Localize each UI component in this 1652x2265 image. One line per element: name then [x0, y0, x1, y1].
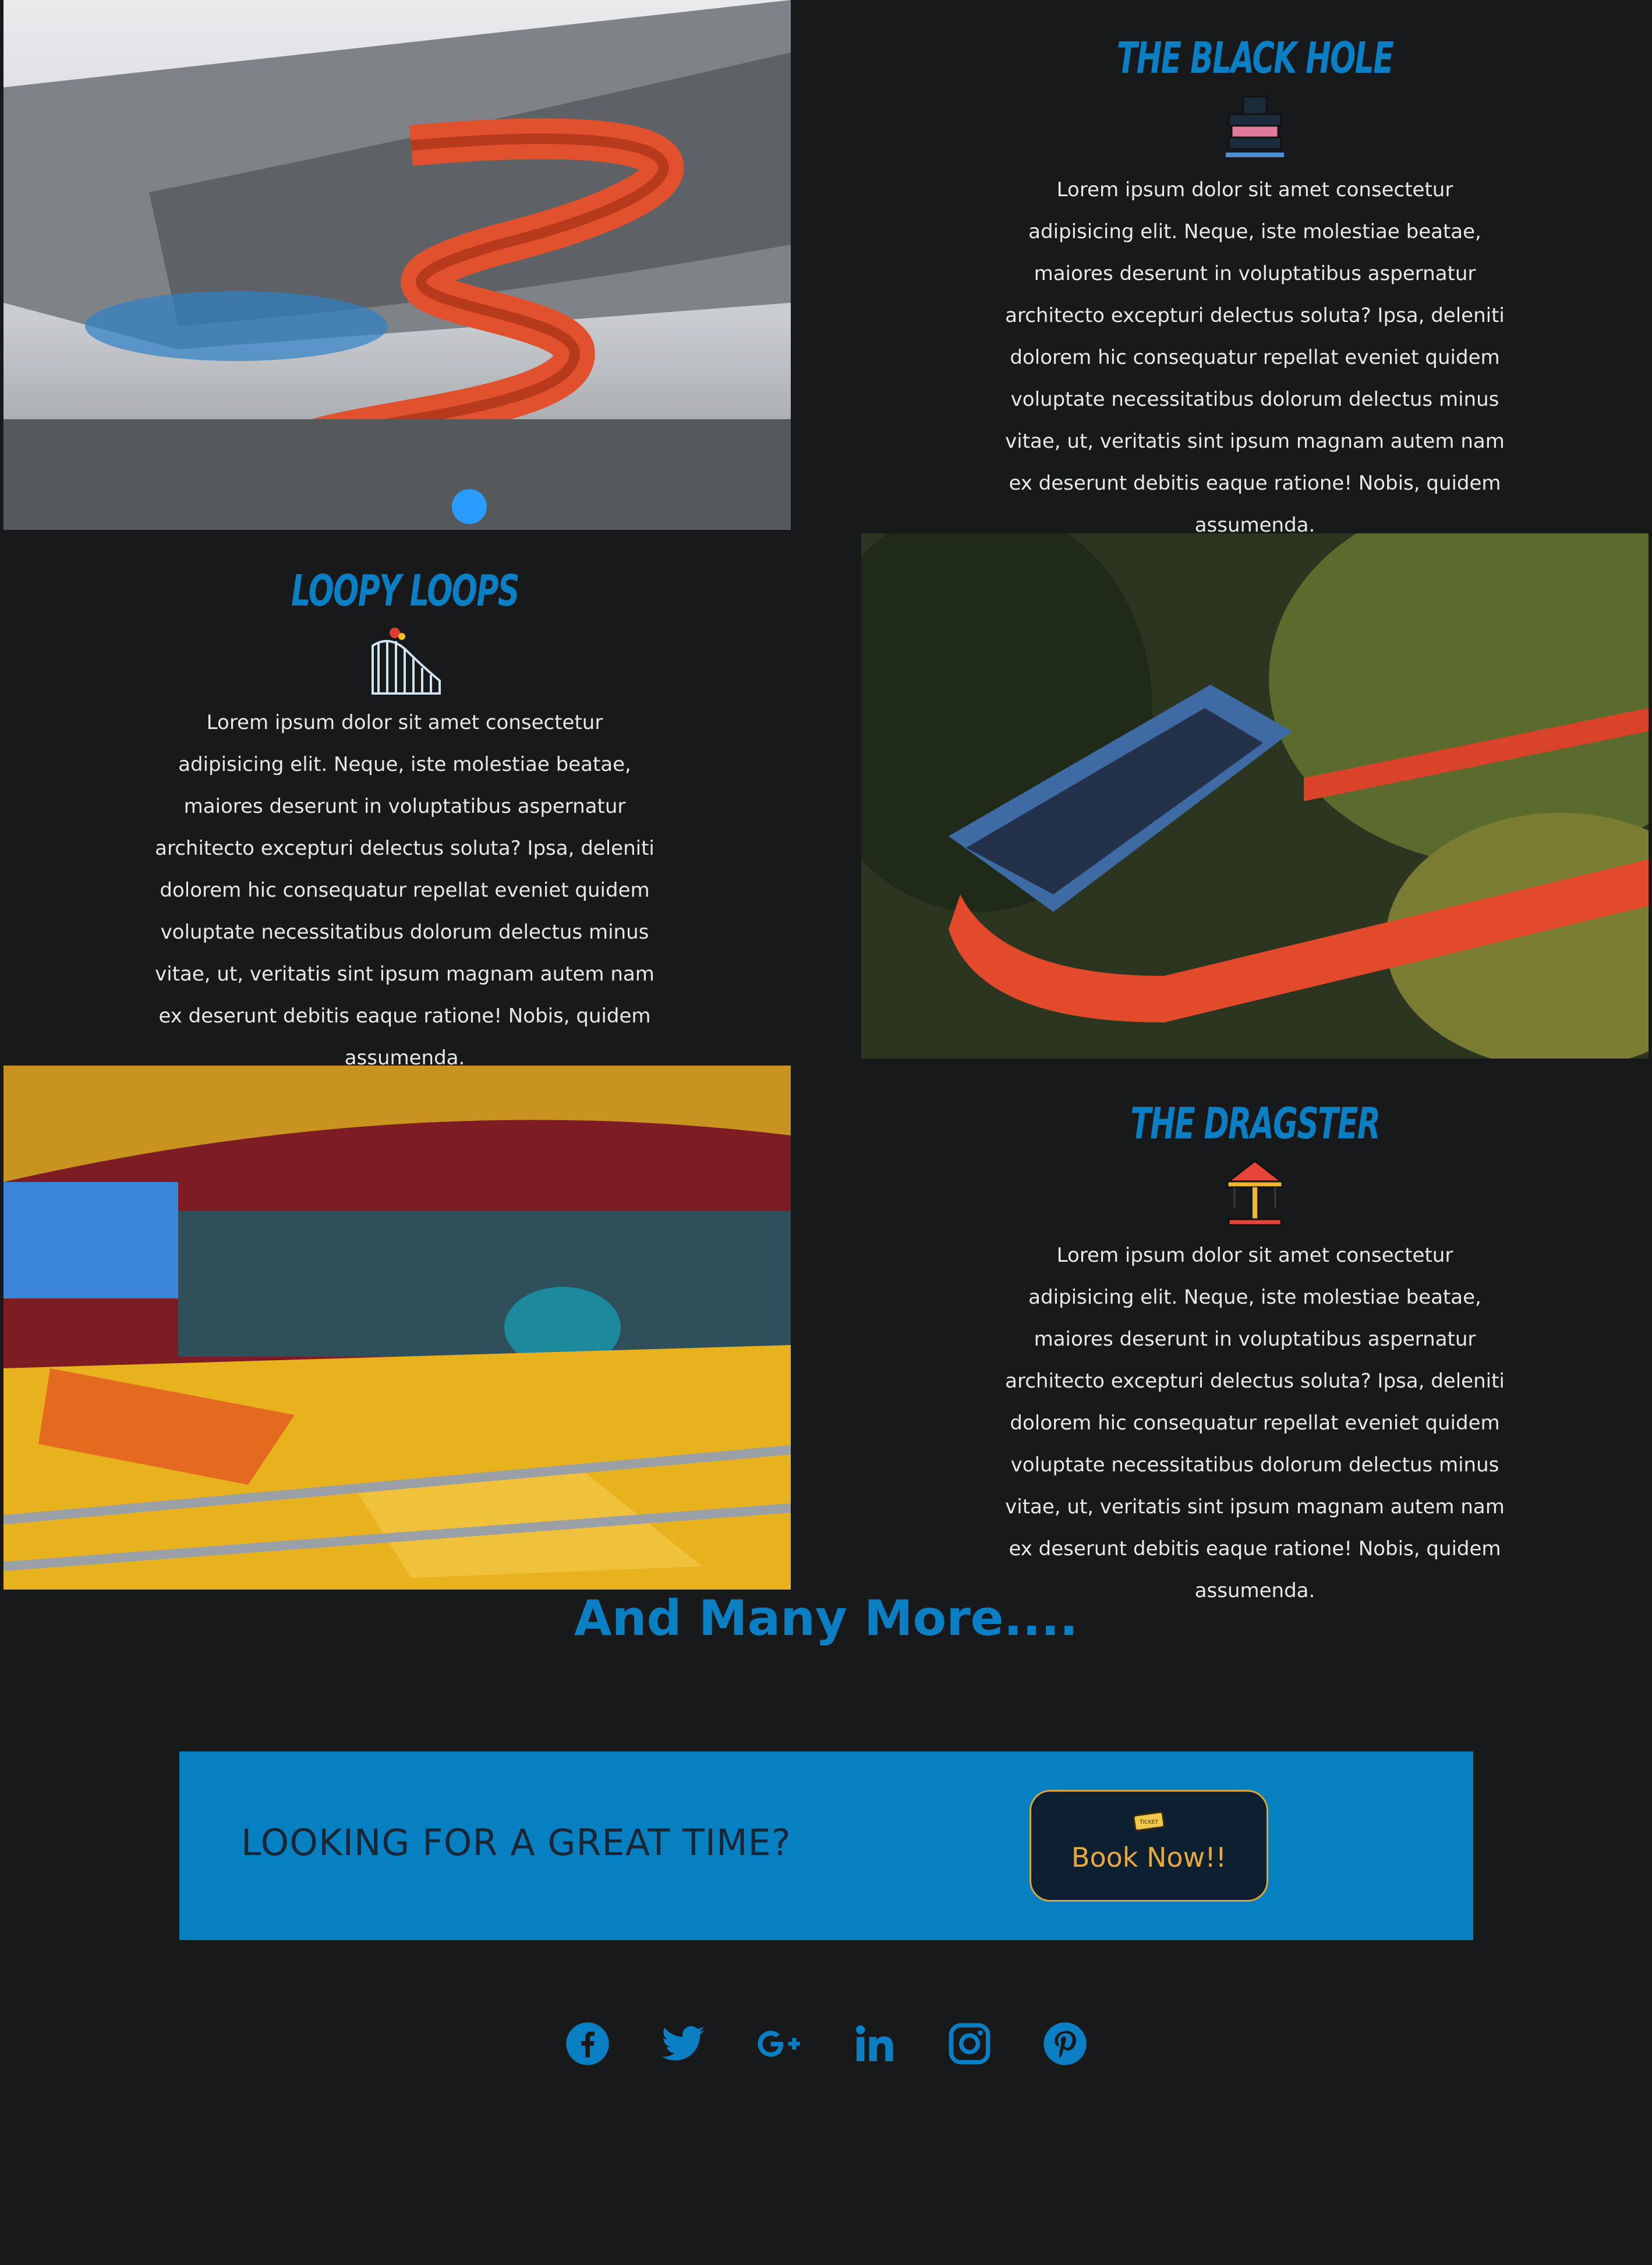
ticket-icon: TICKET: [1133, 1811, 1165, 1832]
twitter-icon: [661, 2026, 705, 2061]
more-rides-heading: And Many More....: [574, 1590, 1078, 1647]
water-slide-icon: [1226, 95, 1284, 157]
ride-card-black-hole: THE BLACK HOLE Lorem ipsum dolor sit ame…: [990, 29, 1520, 546]
carousel-icon: [1226, 1160, 1284, 1226]
instagram-icon: [949, 2023, 990, 2065]
ride-title: THE DRAGSTER: [1130, 1099, 1380, 1149]
google-plus-icon: [757, 2030, 800, 2057]
twitter-link[interactable]: [660, 2020, 706, 2067]
facebook-icon: [565, 2022, 609, 2065]
booking-cta-band: LOOKING FOR A GREAT TIME? TICKET Book No…: [179, 1751, 1473, 1940]
cta-text: LOOKING FOR A GREAT TIME?: [241, 1821, 791, 1864]
ride-card-dragster: THE DRAGSTER Lorem ipsum dolor sit amet …: [990, 1095, 1520, 1612]
linkedin-link[interactable]: [851, 2020, 897, 2067]
facebook-link[interactable]: [564, 2020, 611, 2067]
pinterest-icon: [1043, 2022, 1087, 2065]
ride-description: Lorem ipsum dolor sit amet consectetur a…: [155, 711, 655, 1070]
carousel-photo: [3, 1066, 791, 1590]
pinterest-link[interactable]: [1042, 2020, 1088, 2067]
ticket-label: TICKET: [1139, 1820, 1158, 1825]
water-slide-photo: [3, 0, 791, 530]
book-now-label: Book Now!!: [1071, 1842, 1227, 1873]
linkedin-icon: [855, 2025, 893, 2061]
ride-title: LOOPY LOOPS: [291, 566, 519, 616]
ride-description: Lorem ipsum dolor sit amet consectetur a…: [1005, 1244, 1505, 1602]
ride-description: Lorem ipsum dolor sit amet consectetur a…: [1005, 178, 1505, 537]
roller-coaster-icon: [372, 628, 441, 695]
ride-card-loopy-loops: LOOPY LOOPS Lorem ipsum dolor sit amet c…: [140, 562, 670, 1079]
roller-coaster-photo: [861, 533, 1649, 1059]
social-links: [0, 2020, 1652, 2067]
instagram-link[interactable]: [946, 2020, 993, 2067]
ride-title: THE BLACK HOLE: [1116, 33, 1394, 83]
google-plus-link[interactable]: [755, 2020, 802, 2067]
book-now-button[interactable]: TICKET Book Now!!: [1030, 1790, 1268, 1902]
